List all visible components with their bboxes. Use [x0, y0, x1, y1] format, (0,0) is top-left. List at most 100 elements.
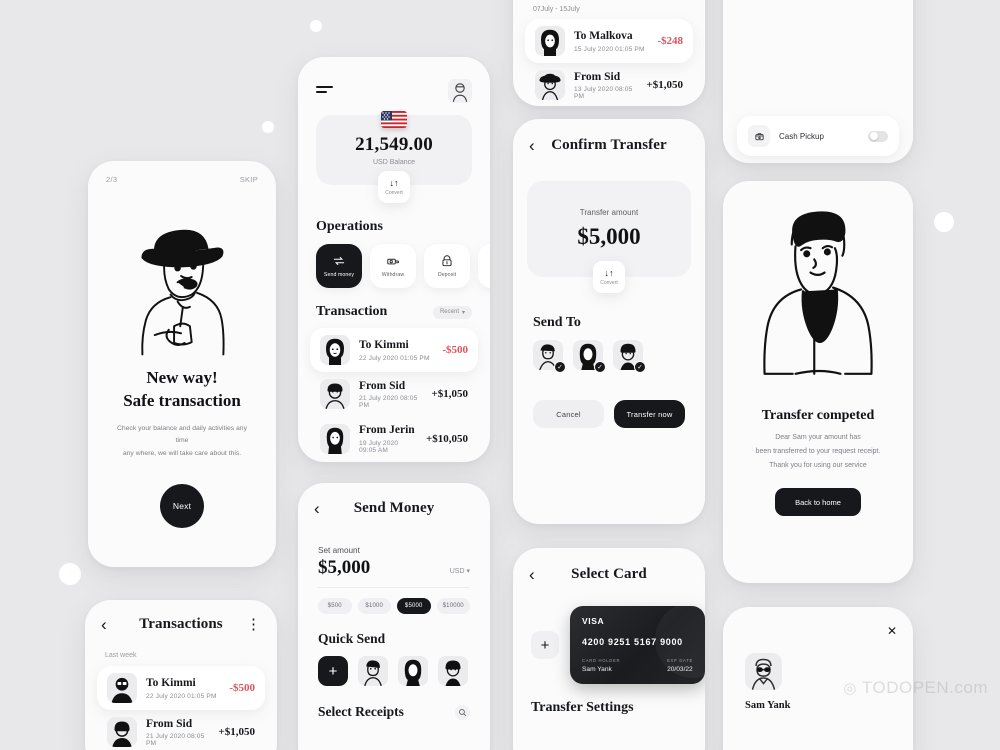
credit-card[interactable]: VISA 4200 9251 5167 9000 CARD HOLDER Sam…	[570, 606, 705, 684]
onboarding-body-line1: Check your balance and daily activities …	[117, 424, 247, 445]
action-buttons: Cancel Transfer now	[513, 370, 705, 428]
recipient-1[interactable]: ✓	[533, 340, 566, 373]
card-expiry-label: EXP DATE	[667, 658, 693, 663]
search-icon[interactable]	[455, 704, 470, 720]
avatar	[107, 717, 137, 748]
cash-pickup-toggle[interactable]	[868, 130, 888, 142]
chevron-left-icon[interactable]: ‹	[529, 137, 547, 154]
profile-name: Sam Yank	[745, 700, 791, 711]
page-title: Transactions	[139, 615, 223, 632]
table-row[interactable]: From Sid 13 July 2020 08:05 PM +$1,050	[525, 63, 693, 106]
table-row[interactable]: To Kimmi 22 July 2020 01:05 PM -$500	[97, 666, 265, 710]
select-receipts-header: Select Receipts	[298, 686, 490, 720]
completed-body: Dear Sam your amount has been transferre…	[723, 431, 913, 473]
onboarding-body: Check your balance and daily activities …	[88, 423, 276, 461]
row-amount: -$500	[229, 682, 255, 694]
user-avatar-icon[interactable]	[448, 79, 472, 103]
close-icon[interactable]: ✕	[887, 625, 897, 637]
card-meta: CARD HOLDER Sam Yank EXP DATE 20/03/22	[582, 658, 693, 673]
recipient-2[interactable]: ✓	[573, 340, 606, 373]
onboarding-illustration	[88, 184, 276, 359]
row-name: From Jerin	[359, 424, 415, 437]
row-date: 15 July 2020 01:05 PM	[574, 45, 645, 53]
quick-send-contact[interactable]	[398, 656, 428, 686]
row-date: 21 July 2020 08:05 PM	[359, 395, 418, 410]
avatar	[107, 673, 137, 703]
select-receipts-title: Select Receipts	[318, 704, 404, 719]
amount-chip-1000[interactable]: $1000	[357, 598, 391, 614]
profile-sheet-card: ✕ Sam Yank	[723, 607, 913, 750]
transaction-list: To Kimmi 22 July 2020 01:05 PM -$500 Fro…	[298, 320, 490, 461]
row-date: 22 July 2020 01:05 PM	[146, 692, 217, 700]
row-text: From Jerin 19 July 2020 09:05 AM	[359, 423, 417, 453]
row-text: To Malkova 15 July 2020 01:05 PM	[574, 29, 648, 52]
check-icon: ✓	[594, 361, 606, 373]
completed-action-wrap: Back to home	[723, 488, 913, 516]
step-indicator: 2/3	[106, 175, 118, 184]
table-row[interactable]: From Sid 21 July 2020 08:05 PM +$1,050	[97, 710, 265, 750]
row-amount: +$1,050	[646, 79, 683, 92]
card-carousel: + VISA 4200 9251 5167 9000 CARD HOLDER S…	[513, 600, 705, 684]
operation-deposit[interactable]: Deposit	[424, 244, 470, 288]
amount-input[interactable]: $5,000	[318, 557, 370, 579]
transfer-now-button[interactable]: Transfer now	[614, 400, 685, 428]
convert-label: Convert	[385, 189, 403, 196]
card-holder-value: Sam Yank	[582, 666, 612, 673]
kebab-menu-icon[interactable]: ⋮	[243, 615, 261, 633]
amount-chip-list: $500 $1000 $5000 $10000	[298, 588, 490, 614]
skip-button[interactable]: SKIP	[240, 175, 258, 184]
decor-dot	[59, 563, 81, 585]
onboarding-title: New way! Safe transaction	[88, 367, 276, 413]
table-row[interactable]: To Kimmi 22 July 2020 01:05 PM -$500	[310, 328, 478, 372]
add-contact-button[interactable]: +	[318, 656, 348, 686]
row-amount: +$1,050	[431, 388, 468, 401]
section-label: Last week	[105, 652, 137, 659]
operation-analytics[interactable]: Analytics	[478, 244, 490, 288]
chevron-left-icon[interactable]: ‹	[529, 566, 547, 583]
row-name: To Kimmi	[146, 677, 196, 690]
card-brand: VISA	[582, 616, 605, 626]
quick-send-contact[interactable]	[358, 656, 388, 686]
confirm-payment-card: Cash Pickup Confirm payment	[723, 0, 913, 163]
cancel-button[interactable]: Cancel	[533, 400, 604, 428]
row-name: From Sid	[574, 71, 621, 83]
profile-block: Sam Yank	[723, 607, 913, 711]
onboarding-topbar: 2/3 SKIP	[88, 161, 276, 184]
back-to-home-button[interactable]: Back to home	[775, 488, 861, 516]
onboarding-title-line2: Safe transaction	[123, 390, 241, 410]
transfer-amount-value: $5,000	[577, 224, 641, 249]
chevron-left-icon[interactable]: ‹	[314, 500, 332, 517]
row-amount: -$500	[442, 344, 468, 356]
table-row[interactable]: From Jerin 19 July 2020 09:05 AM +$10,05…	[310, 416, 478, 460]
decor-dot	[310, 20, 322, 32]
operation-send-money[interactable]: Send money	[316, 244, 362, 288]
operation-withdraw[interactable]: Withdraw	[370, 244, 416, 288]
next-button[interactable]: Next	[160, 483, 204, 528]
chevron-left-icon[interactable]: ‹	[101, 616, 119, 633]
convert-button[interactable]: ↓↑ Convert	[593, 261, 625, 293]
currency-selector[interactable]: USD ▾	[450, 567, 470, 579]
amount-chip-10000[interactable]: $10000	[436, 598, 470, 614]
convert-button[interactable]: ↓↑ Convert	[378, 171, 410, 203]
avatar	[535, 26, 565, 56]
transaction-title: Transaction	[316, 304, 388, 319]
us-flag-icon	[381, 110, 407, 128]
amount-chip-500[interactable]: $500	[318, 598, 352, 614]
table-row[interactable]: From Sid 21 July 2020 08:05 PM +$1,050	[310, 372, 478, 416]
amount-chip-5000[interactable]: $5000	[397, 598, 431, 614]
add-card-button[interactable]: +	[531, 631, 559, 659]
quick-send-contact[interactable]	[438, 656, 468, 686]
convert-arrows-icon: ↓↑	[604, 267, 614, 278]
table-row[interactable]: To Malkova 15 July 2020 01:05 PM -$248	[525, 19, 693, 63]
balance-amount: 21,549.00	[355, 133, 433, 155]
hamburger-icon[interactable]	[316, 85, 333, 96]
convert-label: Convert	[600, 279, 618, 286]
operation-label: Deposit	[437, 272, 457, 278]
operation-label: Send money	[323, 272, 355, 278]
recipient-3[interactable]: ✓	[613, 340, 646, 373]
cash-pickup-option[interactable]: Cash Pickup	[737, 116, 899, 156]
amount-row: $5,000 USD ▾	[298, 555, 490, 579]
page-title: Send Money	[353, 499, 435, 516]
currency-label: USD	[449, 568, 465, 575]
filter-dropdown[interactable]: Recent ▾	[432, 305, 472, 319]
